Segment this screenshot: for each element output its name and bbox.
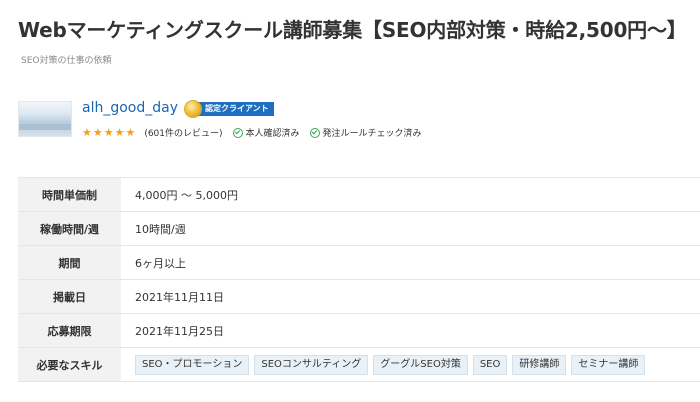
avatar-image-detail: [19, 124, 71, 130]
skill-tag[interactable]: セミナー講師: [571, 354, 646, 375]
client-rating-row: ★★★★★ (601件のレビュー) 本人確認済み 発注ルールチェック済み: [82, 126, 432, 139]
client-name-link[interactable]: alh_good_day: [82, 100, 178, 116]
skills-value: SEO・プロモーション SEOコンサルティング グーグルSEO対策 SEO 研修…: [121, 348, 700, 382]
job-details-table: 時間単価制 4,000円 〜 5,000円 稼働時間/週 10時間/週 期間 6…: [18, 177, 700, 382]
rules-checked-label: 発注ルールチェック済み: [322, 129, 422, 139]
detail-row-posted-date: 掲載日 2021年11月11日: [18, 279, 700, 314]
job-title: Webマーケティングスクール講師募集【SEO内部対策・時給2,500円〜】: [18, 18, 687, 42]
job-category-link[interactable]: SEO対策の仕事の依頼: [21, 53, 111, 66]
star-rating: ★★★★★: [82, 126, 137, 139]
detail-row-skills: 必要なスキル SEO・プロモーション SEOコンサルティング グーグルSEO対策…: [18, 347, 700, 382]
detail-row-hourly-rate: 時間単価制 4,000円 〜 5,000円: [18, 177, 700, 212]
hourly-rate-label: 時間単価制: [18, 177, 121, 212]
detail-row-working-hours: 稼働時間/週 10時間/週: [18, 211, 700, 246]
rules-checked-status: 発注ルールチェック済み: [309, 126, 422, 139]
skill-tag[interactable]: SEO: [472, 354, 508, 375]
posted-date-value: 2021年11月11日: [135, 290, 224, 304]
skill-tag[interactable]: SEOコンサルティング: [254, 354, 369, 375]
deadline-value: 2021年11月25日: [135, 324, 224, 338]
skill-tag[interactable]: 研修講師: [512, 354, 567, 375]
skill-tag-list: SEO・プロモーション SEOコンサルティング グーグルSEO対策 SEO 研修…: [135, 354, 700, 375]
client-info: alh_good_day 認定クライアント ★★★★★ (601件のレビュー) …: [18, 98, 678, 142]
duration-label: 期間: [18, 245, 121, 280]
client-avatar[interactable]: [18, 101, 72, 137]
medal-icon: [185, 101, 201, 117]
skills-label: 必要なスキル: [18, 347, 121, 382]
job-detail-page: Webマーケティングスクール講師募集【SEO内部対策・時給2,500円〜】 SE…: [0, 0, 700, 402]
check-circle-icon: [232, 127, 243, 138]
posted-date-label: 掲載日: [18, 279, 121, 314]
identity-verified-label: 本人確認済み: [245, 129, 300, 139]
certified-client-label: 認定クライアント: [197, 102, 274, 116]
working-hours-value: 10時間/週: [135, 222, 186, 236]
detail-row-deadline: 応募期限 2021年11月25日: [18, 313, 700, 348]
working-hours-label: 稼働時間/週: [18, 211, 121, 246]
skill-tag[interactable]: SEO・プロモーション: [135, 354, 250, 375]
identity-verified-status: 本人確認済み: [232, 126, 300, 139]
deadline-label: 応募期限: [18, 313, 121, 348]
certified-client-badge: 認定クライアント: [185, 101, 274, 117]
check-circle-icon: [309, 127, 320, 138]
hourly-rate-value: 4,000円 〜 5,000円: [135, 188, 238, 202]
detail-row-duration: 期間 6ヶ月以上: [18, 245, 700, 280]
skill-tag[interactable]: グーグルSEO対策: [373, 354, 468, 375]
duration-value: 6ヶ月以上: [135, 256, 186, 270]
review-count-link[interactable]: (601件のレビュー): [144, 126, 222, 139]
